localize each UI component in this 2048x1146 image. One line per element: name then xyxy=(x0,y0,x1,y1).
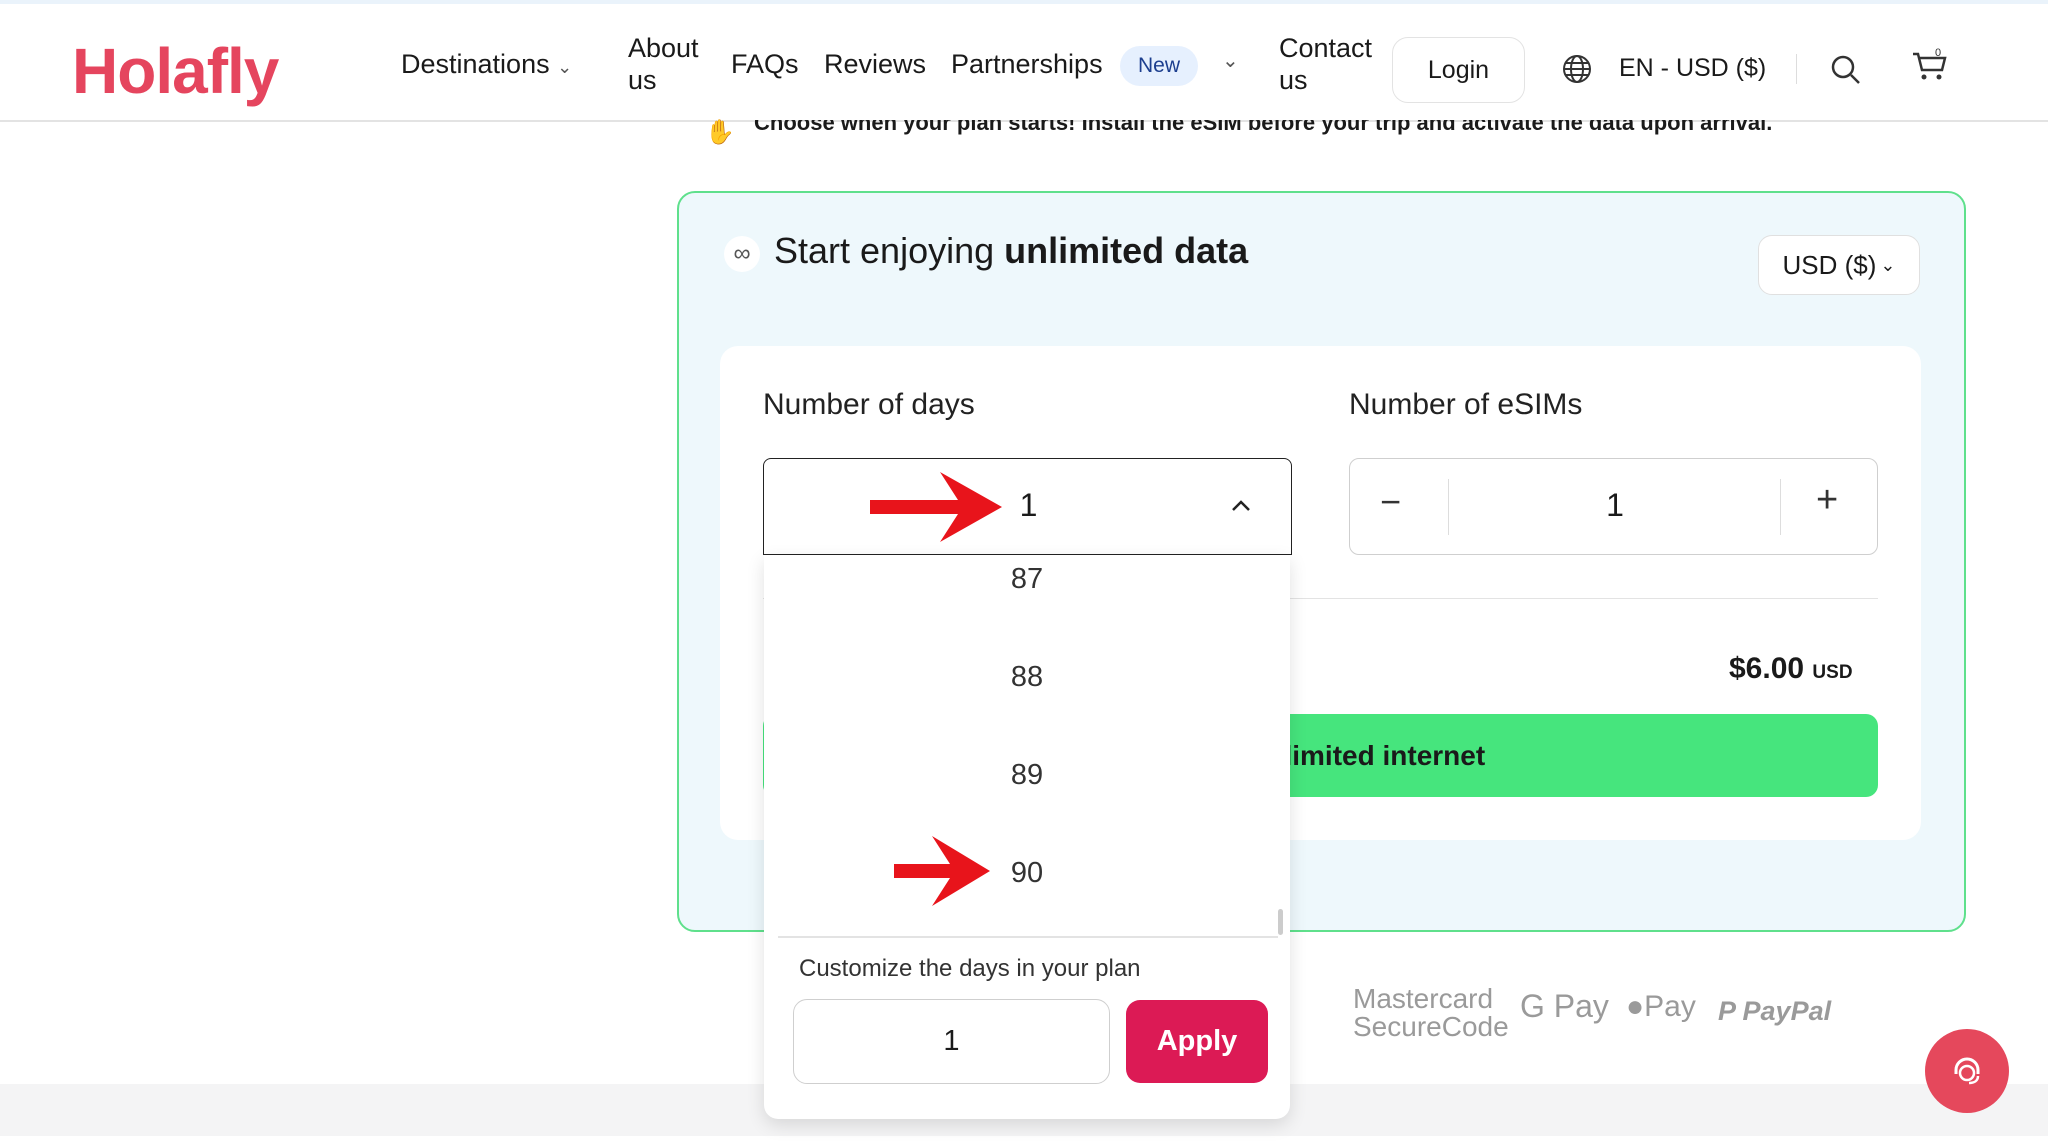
apple-icon: ● xyxy=(1626,990,1645,1023)
divider xyxy=(1780,479,1781,535)
red-arrow-annotation xyxy=(894,836,990,906)
mastercard-securecode-logo: Mastercard SecureCode xyxy=(1353,985,1509,1041)
chevron-down-icon: ⌄ xyxy=(557,57,573,77)
day-option[interactable]: 88 xyxy=(764,661,1290,694)
card-title: Start enjoying unlimited data xyxy=(774,230,1248,272)
price: $6.00 USD xyxy=(1729,652,1853,686)
login-button[interactable]: Login xyxy=(1392,37,1525,103)
plus-button[interactable]: + xyxy=(1816,479,1838,522)
paypal-text: PayPal xyxy=(1742,996,1832,1026)
chevron-up-icon[interactable] xyxy=(1230,497,1252,513)
apple-pay-logo: ●Pay xyxy=(1626,990,1696,1024)
nav-about-us[interactable]: About us xyxy=(628,32,718,96)
days-value: 1 xyxy=(1019,487,1038,523)
infinity-icon: ∞ xyxy=(724,236,760,272)
chevron-down-icon[interactable]: ⌄ xyxy=(1222,48,1239,73)
price-unit: USD xyxy=(1812,662,1853,683)
header: Holafly Destinations ⌄ About us FAQs Rev… xyxy=(0,4,2048,122)
search-icon[interactable] xyxy=(1830,54,1862,86)
divider xyxy=(778,936,1278,938)
divider xyxy=(1448,479,1449,535)
red-arrow-annotation xyxy=(870,472,1002,542)
apple-pay-text: Pay xyxy=(1644,990,1696,1023)
locale-selector[interactable]: EN - USD ($) xyxy=(1619,52,1766,84)
cart-count: 0 xyxy=(1935,47,1941,59)
nav-label: Destinations xyxy=(401,49,550,79)
chevron-down-icon: ⌄ xyxy=(1880,254,1896,275)
divider xyxy=(1796,54,1797,84)
globe-icon[interactable] xyxy=(1562,54,1592,84)
title-prefix: Start enjoying xyxy=(774,230,1005,271)
days-label: Number of days xyxy=(763,388,975,421)
title-bold: unlimited data xyxy=(1004,230,1249,271)
headset-icon xyxy=(1954,1057,1980,1085)
customize-label: Customize the days in your plan xyxy=(799,955,1141,982)
price-value: $6.00 xyxy=(1729,652,1805,685)
nav-reviews[interactable]: Reviews xyxy=(824,48,926,80)
day-option[interactable]: 87 xyxy=(764,563,1290,596)
google-pay-logo: G Pay xyxy=(1520,988,1609,1025)
gpay-text: G Pay xyxy=(1520,988,1609,1024)
paypal-logo: P PayPal xyxy=(1718,996,1831,1027)
custom-days-input[interactable]: 1 xyxy=(793,999,1110,1084)
nav-destinations[interactable]: Destinations ⌄ xyxy=(401,48,572,83)
new-badge: New xyxy=(1120,46,1199,86)
nav-faqs[interactable]: FAQs xyxy=(731,48,799,80)
apply-button[interactable]: Apply xyxy=(1126,1000,1268,1083)
esims-value[interactable]: 1 xyxy=(1450,487,1780,524)
nav-contact-us[interactable]: Contact us xyxy=(1279,32,1389,96)
day-option[interactable]: 89 xyxy=(764,759,1290,792)
days-select[interactable]: 1 xyxy=(763,458,1292,555)
support-chat-button[interactable] xyxy=(1925,1029,2009,1113)
currency-select[interactable]: USD ($) ⌄ xyxy=(1758,235,1920,295)
minus-button[interactable]: − xyxy=(1380,481,1401,523)
day-option[interactable]: 90 xyxy=(764,857,1290,890)
holafly-logo[interactable]: Holafly xyxy=(72,34,279,108)
scrollbar[interactable] xyxy=(1278,909,1283,935)
cart-icon[interactable]: 0 xyxy=(1910,46,1950,86)
paypal-icon: P xyxy=(1718,996,1736,1026)
currency-value: USD ($) xyxy=(1782,249,1877,280)
hand-icon: ✋ xyxy=(705,119,735,146)
esims-stepper: − 1 + xyxy=(1349,458,1878,555)
esims-label: Number of eSIMs xyxy=(1349,388,1583,421)
mastercard-text: Mastercard xyxy=(1353,983,1494,1014)
nav-partnerships[interactable]: Partnerships xyxy=(951,48,1103,80)
securecode-text: SecureCode xyxy=(1353,1011,1509,1042)
